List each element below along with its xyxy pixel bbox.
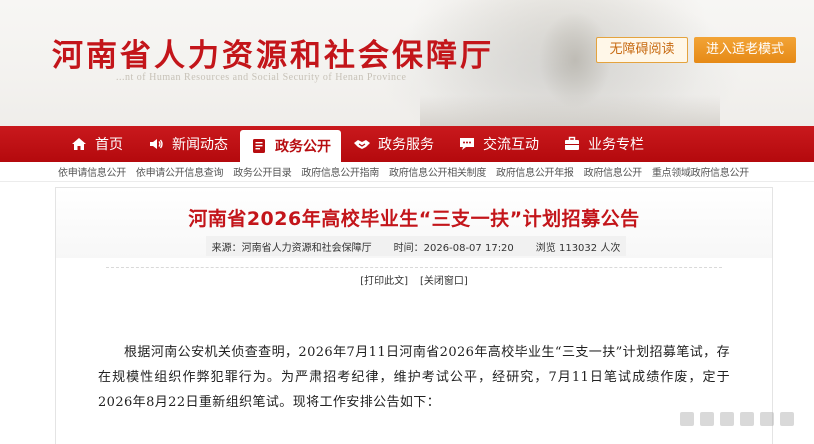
watermark-mark bbox=[760, 412, 774, 426]
site-banner: 河南省人力资源和社会保障厅 ...nt of Human Resources a… bbox=[0, 0, 814, 126]
briefcase-icon bbox=[565, 136, 579, 150]
subnav-item-key-areas[interactable]: 重点领域政府信息公开 bbox=[652, 164, 749, 179]
handshake-icon bbox=[354, 140, 370, 149]
watermark-mark bbox=[740, 412, 754, 426]
site-subtitle: ...nt of Human Resources and Social Secu… bbox=[116, 72, 407, 83]
subnav-item-regulations[interactable]: 政府信息公开相关制度 bbox=[389, 164, 486, 179]
article-source: 来源：河南省人力资源和社会保障厅 bbox=[211, 242, 372, 254]
nav-item-interaction[interactable]: 交流互动 bbox=[446, 126, 551, 162]
banner-decoration bbox=[420, 95, 720, 126]
divider bbox=[106, 267, 722, 268]
nav-label: 新闻动态 bbox=[172, 137, 228, 153]
nav-label: 业务专栏 bbox=[588, 137, 644, 153]
subnav-item-apply-disclosure[interactable]: 依申请信息公开 bbox=[58, 164, 126, 179]
nav-label: 政务公开 bbox=[275, 139, 331, 155]
nav-item-special-topics[interactable]: 业务专栏 bbox=[551, 126, 656, 162]
print-link[interactable]: [打印此文] bbox=[360, 272, 408, 287]
speaker-icon bbox=[150, 139, 163, 149]
home-icon bbox=[72, 138, 86, 150]
subnav: 依申请信息公开 依申请公开信息查询 政务公开目录 政府信息公开指南 政府信息公开… bbox=[0, 162, 814, 182]
document-icon bbox=[253, 139, 265, 153]
chat-icon bbox=[460, 138, 474, 150]
article-time: 时间：2026-08-07 17:20 bbox=[393, 242, 514, 254]
watermark-mark bbox=[700, 412, 714, 426]
close-window-link[interactable]: [关闭窗口] bbox=[420, 272, 468, 287]
article-views: 浏览 113032 人次 bbox=[535, 242, 621, 254]
nav-item-news[interactable]: 新闻动态 bbox=[135, 126, 240, 162]
article-title: 河南省2026年高校毕业生“三支一扶”计划招募公告 bbox=[188, 208, 640, 230]
article-actions: [打印此文] [关闭窗口] bbox=[56, 272, 772, 287]
subnav-item-guide[interactable]: 政府信息公开指南 bbox=[301, 164, 379, 179]
nav-label: 政务服务 bbox=[378, 137, 434, 153]
nav-label: 交流互动 bbox=[483, 137, 539, 153]
watermark-mark bbox=[680, 412, 694, 426]
watermark-mark bbox=[780, 412, 794, 426]
subnav-item-catalog[interactable]: 政务公开目录 bbox=[233, 164, 292, 179]
watermark bbox=[680, 412, 794, 426]
article-meta: 来源：河南省人力资源和社会保障厅 时间：2026-08-07 17:20 浏览 … bbox=[206, 236, 626, 256]
article-body: 根据河南公安机关侦查查明，2026年7月11日河南省2026年高校毕业生“三支一… bbox=[98, 340, 730, 415]
subnav-item-annual-report[interactable]: 政府信息公开年报 bbox=[496, 164, 574, 179]
article-card: 河南省2026年高校毕业生“三支一扶”计划招募公告 来源：河南省人力资源和社会保… bbox=[55, 187, 773, 444]
subnav-item-apply-query[interactable]: 依申请公开信息查询 bbox=[136, 164, 224, 179]
nav-label: 首页 bbox=[95, 137, 123, 153]
main-nav: 首页 新闻动态 政务公开 政务服务 交流互动 业务专栏 bbox=[0, 126, 814, 162]
nav-item-services[interactable]: 政务服务 bbox=[341, 126, 446, 162]
site-title[interactable]: 河南省人力资源和社会保障厅 bbox=[52, 30, 494, 75]
nav-item-government-affairs[interactable]: 政务公开 bbox=[240, 130, 341, 162]
subnav-item-disclosure[interactable]: 政府信息公开 bbox=[584, 164, 643, 179]
nav-item-home[interactable]: 首页 bbox=[58, 126, 135, 162]
watermark-mark bbox=[720, 412, 734, 426]
accessibility-reading-button[interactable]: 无障碍阅读 bbox=[596, 37, 688, 63]
article-paragraph: 根据河南公安机关侦查查明，2026年7月11日河南省2026年高校毕业生“三支一… bbox=[98, 345, 730, 410]
elder-mode-button[interactable]: 进入适老模式 bbox=[694, 37, 796, 63]
